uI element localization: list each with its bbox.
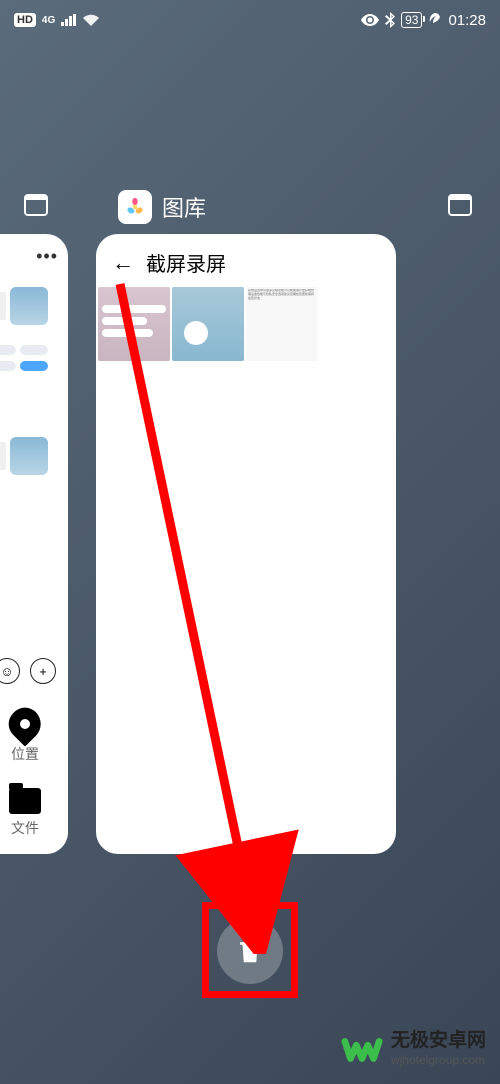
- album-title: 截屏录屏: [146, 248, 226, 277]
- leaf-icon: [428, 13, 442, 27]
- gallery-app-icon: [118, 190, 152, 224]
- recent-app-card-gallery[interactable]: ← 截屏录屏 系统设置中有很多高级功能可以帮助用户更好地管理设备性能与隐私安全选…: [96, 234, 396, 854]
- clock-time: 01:28: [448, 12, 486, 29]
- screenshot-thumbnail[interactable]: 系统设置中有很多高级功能可以帮助用户更好地管理设备性能与隐私安全选项建议定期检查…: [246, 287, 318, 361]
- status-bar: HD 4G 93 01:28: [0, 0, 500, 40]
- watermark-logo: [341, 1028, 383, 1070]
- location-icon[interactable]: [2, 701, 47, 746]
- screenshot-thumbnail[interactable]: [172, 287, 244, 361]
- location-label: 位置: [11, 744, 39, 764]
- bluetooth-icon: [385, 12, 395, 28]
- left-app-window-icon[interactable]: [24, 190, 54, 220]
- emoji-icon[interactable]: ☺: [0, 658, 20, 684]
- thumbnail: [10, 287, 48, 325]
- more-menu-icon[interactable]: •••: [0, 246, 68, 267]
- watermark-url: wjhotelgroup.com: [391, 1053, 486, 1067]
- back-arrow-icon[interactable]: ←: [112, 250, 134, 276]
- trash-icon: [235, 936, 265, 966]
- recent-app-card-left[interactable]: ••• ☺ + 位置 文件: [0, 234, 68, 854]
- wifi-icon: [83, 14, 99, 26]
- folder-icon[interactable]: [9, 788, 41, 814]
- window-icon: [24, 194, 48, 216]
- network-indicator: 4G: [42, 15, 55, 26]
- screenshot-thumbnail[interactable]: [98, 287, 170, 361]
- thumbnail: [0, 442, 6, 470]
- right-app-window-icon[interactable]: [448, 190, 478, 220]
- thumbnail: [0, 292, 6, 320]
- screenshot-thumbnail[interactable]: [320, 287, 394, 361]
- file-label: 文件: [11, 818, 39, 838]
- eye-icon: [361, 14, 379, 26]
- window-icon: [448, 194, 472, 216]
- thumbnail: [10, 437, 48, 475]
- add-icon[interactable]: +: [30, 658, 56, 684]
- signal-icon: [61, 14, 77, 26]
- status-right: 93 01:28: [361, 12, 486, 29]
- watermark-title: 无极安卓网: [391, 1030, 486, 1053]
- clear-all-button[interactable]: [217, 918, 283, 984]
- hd-badge: HD: [14, 13, 36, 27]
- status-left: HD 4G: [14, 13, 99, 27]
- battery-indicator: 93: [401, 12, 422, 28]
- center-app-title: 图库: [162, 191, 206, 223]
- screenshot-grid: 系统设置中有很多高级功能可以帮助用户更好地管理设备性能与隐私安全选项建议定期检查…: [96, 287, 396, 361]
- watermark: 无极安卓网 wjhotelgroup.com: [341, 1028, 486, 1070]
- center-app-header[interactable]: 图库: [118, 190, 206, 224]
